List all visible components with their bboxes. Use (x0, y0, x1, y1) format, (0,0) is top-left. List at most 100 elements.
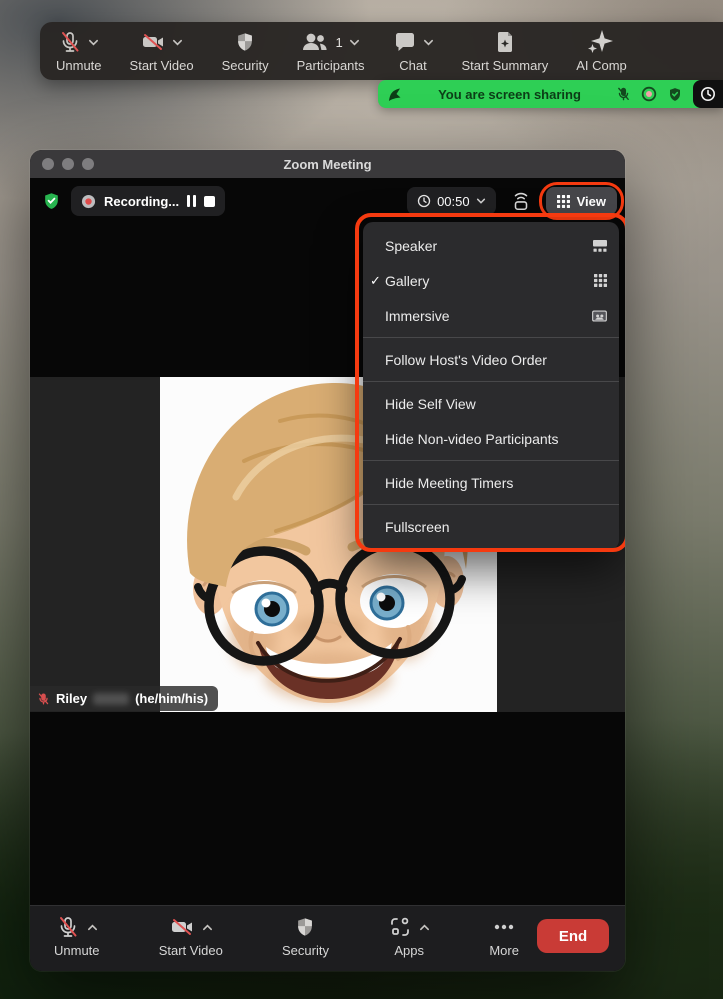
annotation-arrow-icon[interactable] (386, 86, 403, 103)
chevron-down-icon[interactable] (349, 37, 360, 48)
zoom-window-button[interactable] (82, 158, 94, 170)
view-button-label: View (576, 193, 606, 209)
more-button[interactable]: More (489, 914, 519, 958)
security-button[interactable]: Security (282, 914, 329, 958)
menu-item-label: Gallery (385, 272, 430, 289)
recording-status-label: Recording... (104, 193, 180, 209)
menu-item-label: Immersive (385, 307, 450, 324)
more-label: More (489, 943, 519, 958)
menu-item-hide-meeting-timers[interactable]: Hide Meeting Timers (363, 465, 619, 500)
window-titlebar[interactable]: Zoom Meeting (30, 150, 625, 178)
record-dot-icon (81, 194, 96, 209)
immersive-view-icon (592, 309, 607, 322)
grid-view-icon (556, 194, 570, 208)
summary-doc-icon (495, 30, 515, 54)
menu-separator (363, 337, 619, 338)
menu-item-label: Speaker (385, 237, 438, 254)
chat-button[interactable]: Chat (393, 29, 434, 73)
encryption-shield-icon[interactable] (42, 191, 61, 211)
ai-sparkle-icon (588, 29, 614, 55)
start-video-label: Start Video (129, 58, 194, 73)
menu-item-hide-self-view[interactable]: Hide Self View (363, 386, 619, 421)
chat-label: Chat (399, 58, 427, 73)
start-video-button[interactable]: Start Video (159, 914, 223, 958)
gallery-view-icon (594, 274, 607, 287)
participants-icon (301, 31, 329, 53)
chevron-up-icon[interactable] (202, 922, 213, 933)
chevron-down-icon[interactable] (423, 37, 434, 48)
ai-companion-button[interactable]: AI Comp (576, 29, 627, 73)
apps-icon (388, 915, 412, 939)
start-summary-button[interactable]: Start Summary (461, 29, 549, 73)
ai-companion-label: AI Comp (576, 58, 627, 73)
mic-muted-icon (616, 86, 631, 102)
more-dots-icon (492, 915, 516, 939)
start-summary-label: Start Summary (461, 58, 549, 73)
broadcast-device-icon[interactable] (510, 190, 532, 212)
menu-item-speaker[interactable]: Speaker (363, 228, 619, 263)
menu-separator (363, 381, 619, 382)
video-off-icon (140, 30, 166, 54)
view-dropdown-menu: Speaker ✓ Gallery Immersive Follow Host'… (363, 222, 619, 550)
clock-icon (417, 194, 431, 208)
mic-muted-icon (56, 915, 80, 939)
start-video-button[interactable]: Start Video (130, 29, 194, 73)
menu-item-hide-nonvideo-participants[interactable]: Hide Non-video Participants (363, 421, 619, 456)
recording-pill: Recording... (71, 186, 226, 216)
unmute-button[interactable]: Unmute (54, 914, 100, 958)
minimize-window-button[interactable] (62, 158, 74, 170)
stop-recording-button[interactable] (204, 195, 216, 207)
participants-button[interactable]: 1 Participants (297, 29, 365, 73)
mic-muted-icon (37, 692, 50, 706)
traffic-light-buttons[interactable] (42, 158, 94, 170)
shield-icon (234, 30, 256, 54)
menu-item-fullscreen[interactable]: Fullscreen (363, 509, 619, 544)
menu-item-label: Hide Self View (385, 395, 476, 412)
meeting-control-toolbar: Unmute Start Video Security Apps More En… (30, 905, 625, 971)
meeting-timer-value: 00:50 (437, 193, 470, 209)
menu-item-immersive[interactable]: Immersive (363, 298, 619, 333)
apps-label: Apps (394, 943, 424, 958)
meeting-clock-button[interactable] (693, 80, 723, 108)
shield-check-icon (667, 86, 683, 103)
chevron-down-icon[interactable] (172, 37, 183, 48)
participant-name: Riley (56, 691, 88, 706)
menu-item-follow-host-order[interactable]: Follow Host's Video Order (363, 342, 619, 377)
recording-indicator-icon (641, 86, 657, 102)
chevron-down-icon[interactable] (88, 37, 99, 48)
participant-pronouns: (he/him/his) (135, 691, 209, 706)
floating-meeting-toolbar: Unmute Start Video Security 1 Participan… (40, 22, 723, 80)
pause-recording-button[interactable] (187, 195, 197, 207)
menu-item-gallery[interactable]: ✓ Gallery (363, 263, 619, 298)
in-meeting-top-bar: Recording... 00:50 View (30, 178, 625, 224)
menu-separator (363, 460, 619, 461)
meeting-timer-pill[interactable]: 00:50 (407, 187, 496, 215)
close-window-button[interactable] (42, 158, 54, 170)
security-label: Security (221, 58, 269, 73)
redacted-last-name (93, 692, 130, 705)
check-icon: ✓ (370, 272, 381, 288)
chevron-down-icon[interactable] (476, 196, 486, 206)
screen-sharing-banner: You are screen sharing (378, 80, 723, 108)
unmute-button[interactable]: Unmute (56, 29, 102, 73)
unmute-label: Unmute (54, 943, 100, 958)
menu-item-label: Follow Host's Video Order (385, 351, 547, 368)
start-video-label: Start Video (158, 943, 223, 958)
security-label: Security (282, 943, 329, 958)
participants-label: Participants (296, 58, 365, 73)
video-off-icon (169, 915, 195, 939)
window-title: Zoom Meeting (283, 156, 372, 172)
apps-button[interactable]: Apps (388, 914, 430, 958)
menu-item-label: Hide Meeting Timers (385, 474, 514, 491)
unmute-label: Unmute (56, 58, 102, 73)
screen-sharing-text: You are screen sharing (438, 86, 581, 102)
security-button[interactable]: Security (222, 29, 269, 73)
view-button[interactable]: View (545, 187, 617, 215)
shield-icon (294, 915, 316, 939)
chevron-up-icon[interactable] (419, 922, 430, 933)
mic-muted-icon (58, 30, 82, 54)
participant-nametag: Riley (he/him/his) (30, 686, 219, 711)
chevron-up-icon[interactable] (87, 922, 98, 933)
end-meeting-button[interactable]: End (537, 919, 609, 953)
participants-count: 1 (335, 34, 343, 50)
